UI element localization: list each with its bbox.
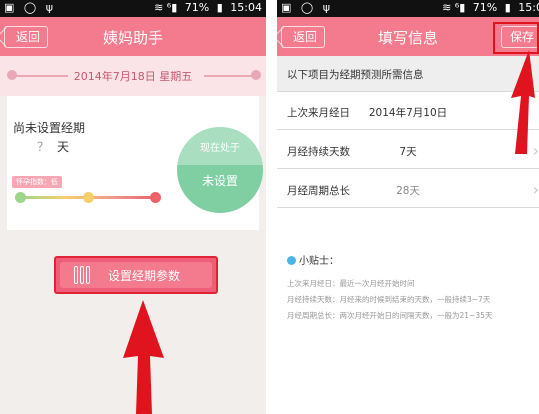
settings-bars-icon (74, 266, 92, 284)
tips-section: 小贴士： 上次来月经日：最近一次月经开始时间 月经持续天数：月经来的时候到结束的… (277, 240, 539, 414)
row-value: 7天 (399, 146, 417, 158)
chevron-right-icon: › (532, 180, 539, 199)
status-bar: ▣ ◯ ψ ≋ ⁶▮ 71% ▮ 15:0 (277, 0, 539, 17)
tips-title-text: 小贴士： (299, 256, 339, 267)
clock: 15:0 (518, 1, 539, 14)
red-arrow-icon (511, 50, 535, 154)
battery-percent: 71% (472, 1, 498, 14)
status-right: ≋ ⁶▮ 71% ▮ 15:0 (438, 1, 539, 14)
days-unit: 天 (57, 140, 70, 154)
battery-icon: ▮ (504, 1, 511, 14)
circle-caption: 现在处于 (200, 143, 240, 154)
tips-title: 小贴士： (287, 252, 339, 267)
tip-line: 月经持续天数：月经来的时候到结束的天数，一般持续3~7天 (287, 295, 491, 304)
row-last-period-date[interactable]: 上次来月经日 2014年7月10日 (277, 92, 539, 130)
slider-knob-middle (83, 192, 94, 203)
row-period-duration[interactable]: 月经持续天数 7天 › (277, 131, 539, 169)
cycle-status-panel: 尚未设置经期 ？天 怀孕指数：低 现在处于 未设置 (7, 96, 263, 230)
battery-icon: ▮ (216, 1, 223, 14)
status-icons: ▣ ◯ ψ (4, 1, 56, 14)
red-arrow-icon (123, 300, 164, 414)
screen-divider (266, 0, 277, 414)
tip-line: 上次来月经日：最近一次月经开始时间 (287, 279, 415, 288)
left-phone-screen: ▣ ◯ ψ ≋ ⁶▮ 71% ▮ 15:04 返回 姨妈助手 2014年7月18… (0, 0, 266, 414)
row-cycle-length[interactable]: 月经周期总长 28天 › (277, 170, 539, 208)
status-right: ≋ ⁶▮ 71% ▮ 15:04 (150, 1, 262, 14)
slider-knob-start (15, 192, 26, 203)
row-value: 28天 (396, 185, 420, 197)
status-icons: ▣ ◯ ψ (281, 1, 333, 14)
title-bar: 返回 姨妈助手 (0, 17, 266, 56)
set-period-button-label: 设置经期参数 (108, 269, 181, 283)
tip-line: 月经周期总长：两次月经开始日的间隔天数，一般为21~35天 (287, 311, 493, 320)
signal-icon: ≋ ⁶▮ (154, 1, 178, 14)
section-header-text: 以下项目为经期预测所需信息 (287, 69, 424, 81)
date-bar: 2014年7月18日 星期五 (0, 56, 266, 96)
page-title: 姨妈助手 (102, 29, 163, 47)
cycle-status-text: 尚未设置经期 (13, 121, 86, 135)
days-value: ？ (37, 140, 50, 154)
clock: 15:04 (230, 1, 262, 14)
days-count: ？天 (37, 138, 69, 155)
circle-status: 未设置 (201, 174, 238, 188)
slider-knob-end (150, 192, 161, 203)
current-date: 2014年7月18日 星期五 (73, 70, 193, 83)
row-value: 2014年7月10日 (368, 107, 448, 119)
pregnancy-index-tag: 怀孕指数：低 (12, 176, 62, 188)
set-period-params-button[interactable]: 设置经期参数 (54, 256, 218, 294)
current-phase-circle: 现在处于 未设置 (177, 127, 263, 213)
right-phone-screen: ▣ ◯ ψ ≋ ⁶▮ 71% ▮ 15:0 返回 填写信息 保存 以下项目为经期… (277, 0, 539, 414)
status-bar: ▣ ◯ ψ ≋ ⁶▮ 71% ▮ 15:04 (0, 0, 266, 17)
section-header: 以下项目为经期预测所需信息 (277, 56, 539, 92)
battery-percent: 71% (184, 1, 210, 14)
info-dot-icon (287, 256, 296, 265)
signal-icon: ≋ ⁶▮ (442, 1, 466, 14)
